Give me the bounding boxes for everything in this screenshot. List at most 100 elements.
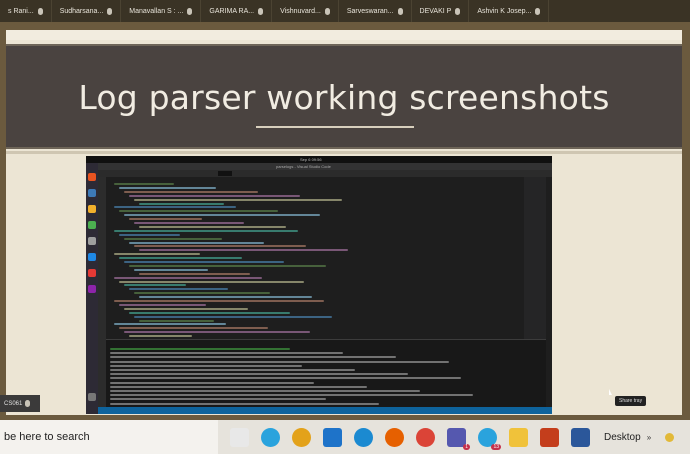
- code-line: [134, 292, 270, 295]
- vscode-activity-bar: [98, 177, 106, 407]
- self-video-tile[interactable]: CS061: [0, 395, 40, 412]
- participant-tile[interactable]: Manavallan S : ...: [121, 0, 202, 22]
- ubuntu-dock: [86, 163, 98, 414]
- code-line: [114, 323, 226, 326]
- terminal-line: [110, 402, 379, 405]
- code-line: [114, 253, 200, 256]
- terminal-line: [110, 390, 420, 392]
- participant-name: Vishnuvard...: [280, 7, 321, 15]
- slide-title: Log parser working screenshots: [78, 78, 610, 117]
- search-placeholder: be here to search: [4, 431, 90, 443]
- code-line: [119, 257, 242, 260]
- notification-badge: 1: [463, 443, 470, 450]
- participant-tile[interactable]: Ashvin K Josep...: [469, 0, 550, 22]
- dock-grid-icon: [88, 393, 96, 401]
- edge-icon[interactable]: [354, 427, 373, 447]
- participant-tile[interactable]: DEVAKI P: [412, 0, 470, 22]
- mic-icon: [25, 400, 31, 407]
- mouse-cursor: [609, 389, 612, 395]
- code-line: [134, 222, 244, 224]
- word-icon[interactable]: [571, 427, 590, 447]
- participant-name: Sarveswaran...: [346, 7, 394, 15]
- dock-app-icon: [88, 237, 96, 245]
- desktop-label[interactable]: Desktop: [604, 432, 641, 443]
- dock-app-icon: [88, 285, 96, 293]
- code-line: [139, 225, 286, 228]
- code-line: [129, 194, 300, 197]
- terminal-line: [110, 381, 314, 384]
- code-line: [124, 214, 320, 217]
- mic-icon: [397, 7, 403, 15]
- mic-icon: [535, 7, 541, 15]
- code-line: [119, 327, 268, 330]
- dock-app-icon: [88, 205, 96, 213]
- code-line: [129, 335, 192, 338]
- terminal-line: [110, 398, 326, 401]
- topbar-clock: Sep 6 09:56: [300, 157, 322, 162]
- code-line: [119, 210, 278, 213]
- code-line: [114, 206, 236, 209]
- code-line: [139, 202, 224, 205]
- code-line: [139, 296, 312, 299]
- code-line: [119, 186, 216, 189]
- participant-name: Sudharsana...: [59, 7, 104, 15]
- terminal-line: [110, 364, 302, 367]
- shared-slide: Log parser working screenshots Sep 6 09:…: [6, 30, 682, 415]
- ubuntu-topbar: Sep 6 09:56: [86, 156, 552, 163]
- participant-tile[interactable]: s Rani...: [0, 0, 52, 22]
- telegram-desktop-icon[interactable]: 13: [478, 427, 501, 450]
- chrome-profile-icon[interactable]: [416, 427, 435, 447]
- firefox-icon[interactable]: [385, 427, 404, 447]
- code-line: [119, 233, 180, 236]
- code-line: [139, 319, 214, 322]
- code-line: [134, 268, 208, 271]
- calendar-icon[interactable]: [230, 427, 249, 447]
- chrome-icon[interactable]: [292, 427, 311, 447]
- teams-icon[interactable]: 1: [447, 427, 470, 450]
- code-line: [139, 249, 348, 252]
- telegram-icon[interactable]: [261, 427, 280, 447]
- slide-divider: [6, 151, 682, 154]
- participant-tile[interactable]: GARIMA RA...: [201, 0, 273, 22]
- code-line: [139, 272, 250, 275]
- terminal-line: [110, 352, 343, 355]
- embedded-tooltip: [218, 171, 232, 176]
- participant-name: Manavallan S : ...: [129, 7, 184, 15]
- taskbar-search[interactable]: be here to search: [0, 420, 218, 454]
- vscode-menubar: [86, 170, 552, 177]
- terminal-line: [110, 394, 473, 397]
- terminal-line: [110, 348, 290, 350]
- participant-tile[interactable]: Vishnuvard...: [272, 0, 339, 22]
- mail-icon[interactable]: [323, 427, 342, 447]
- mic-icon: [37, 7, 43, 15]
- participant-name: s Rani...: [8, 7, 34, 15]
- code-line: [119, 280, 304, 283]
- embedded-screenshot: Sep 6 09:56 parselogs - Visual Studio Co…: [86, 156, 552, 414]
- participant-tile[interactable]: Sarveswaran...: [339, 0, 412, 22]
- participant-name: Ashvin K Josep...: [477, 7, 532, 15]
- code-line: [114, 183, 174, 185]
- tray-icon[interactable]: [665, 432, 675, 442]
- code-line: [114, 229, 298, 232]
- code-editor: [106, 177, 524, 339]
- code-line: [134, 315, 332, 318]
- code-line: [124, 261, 284, 263]
- notification-badge: 13: [491, 443, 501, 450]
- code-minimap: [524, 177, 546, 339]
- slide-title-band: Log parser working screenshots: [6, 44, 682, 149]
- terminal-line: [110, 369, 355, 371]
- participant-tile[interactable]: Sudharsana...: [52, 0, 122, 22]
- mic-icon: [324, 7, 330, 15]
- mic-icon: [107, 7, 113, 15]
- file-explorer-icon[interactable]: [509, 427, 528, 447]
- code-line: [129, 288, 228, 291]
- terminal-line: [110, 373, 408, 376]
- dock-app-icon: [88, 173, 96, 181]
- mic-icon: [455, 7, 461, 15]
- powerpoint-icon[interactable]: [540, 427, 559, 447]
- chevron-icon[interactable]: »: [647, 433, 651, 442]
- taskbar: be here to search 1 13 Desktop »: [0, 420, 690, 454]
- participant-name: DEVAKI P: [419, 7, 452, 15]
- mic-icon: [187, 7, 193, 15]
- title-underline: [256, 126, 414, 128]
